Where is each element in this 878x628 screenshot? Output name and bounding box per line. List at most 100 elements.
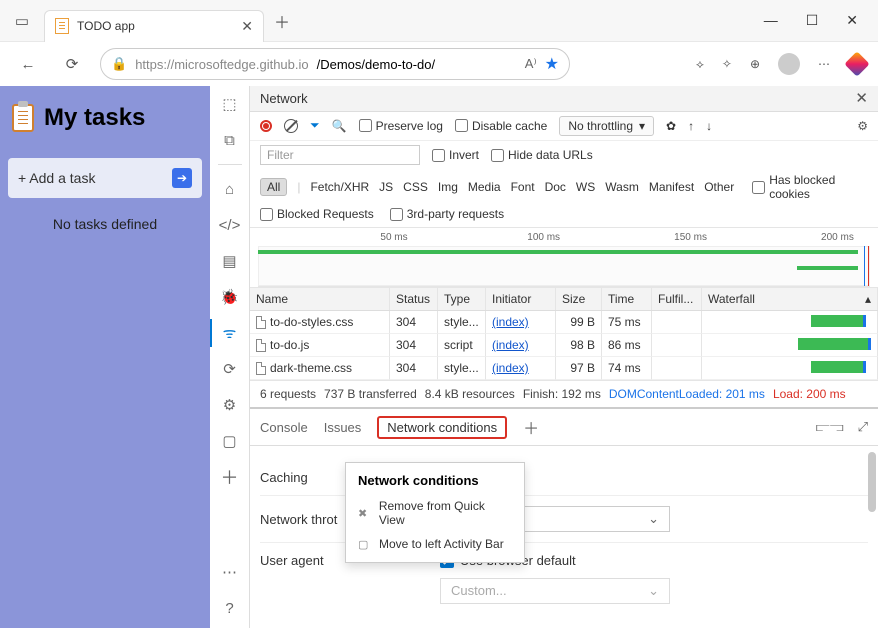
- add-drawer-tab-icon[interactable]: ＋: [523, 415, 539, 439]
- clear-icon[interactable]: [284, 119, 298, 133]
- ctx-move-left[interactable]: ▢Move to left Activity Bar: [346, 532, 524, 556]
- filter-doc[interactable]: Doc: [545, 180, 566, 194]
- devtools-activity-bar: ⬚ ⧉ ⌂ </> ▤ 🐞 ᯤ ⟳ ⚙ ▢ ＋ ⋯ ?: [210, 86, 250, 628]
- help-icon[interactable]: ?: [218, 596, 242, 620]
- extensions-icon[interactable]: ⟡: [696, 57, 704, 72]
- settings-more-icon[interactable]: ⋯: [818, 57, 830, 71]
- refresh-button[interactable]: ⟳: [56, 48, 88, 80]
- disable-cache-checkbox[interactable]: Disable cache: [455, 119, 547, 133]
- filter-all[interactable]: All: [260, 178, 287, 196]
- third-party-checkbox[interactable]: 3rd-party requests: [390, 207, 504, 221]
- filter-media[interactable]: Media: [468, 180, 501, 194]
- tab-issues[interactable]: Issues: [324, 420, 362, 435]
- filter-ws[interactable]: WS: [576, 180, 595, 194]
- timeline-overview[interactable]: 50 ms 100 ms 150 ms 200 ms: [258, 232, 870, 287]
- application-icon[interactable]: ▢: [218, 429, 242, 453]
- filter-other[interactable]: Other: [704, 180, 734, 194]
- network-conditions-icon[interactable]: ✿: [666, 119, 676, 133]
- sources-icon[interactable]: ▤: [218, 249, 242, 273]
- elements-icon[interactable]: </>: [218, 213, 242, 237]
- filter-js[interactable]: JS: [379, 180, 393, 194]
- context-menu-title: Network conditions: [346, 469, 524, 494]
- lock-icon[interactable]: 🔒: [111, 56, 127, 72]
- throttling-select[interactable]: No throttling ▾: [559, 116, 654, 136]
- copilot-icon[interactable]: [844, 51, 869, 76]
- filter-css[interactable]: CSS: [403, 180, 428, 194]
- invert-checkbox[interactable]: Invert: [432, 148, 479, 162]
- expand-drawer-icon[interactable]: ⤢: [858, 419, 868, 435]
- more-icon[interactable]: ⋯: [218, 560, 242, 584]
- clipboard-icon: [12, 104, 34, 132]
- initiator-link[interactable]: (index): [492, 361, 529, 375]
- devtools-header: Network ✕: [250, 86, 878, 112]
- initiator-link[interactable]: (index): [492, 315, 529, 329]
- ctx-remove-quick-view[interactable]: ✖Remove from Quick View: [346, 494, 524, 532]
- filter-input[interactable]: Filter: [260, 145, 420, 165]
- network-toolbar: ⏷ 🔍 Preserve log Disable cache No thrott…: [250, 112, 878, 142]
- network-summary: 6 requests 737 B transferred 8.4 kB reso…: [250, 380, 878, 409]
- search-icon[interactable]: 🔍: [332, 119, 347, 133]
- request-table: Name Status Type Initiator Size Time Ful…: [250, 287, 878, 380]
- filter-wasm[interactable]: Wasm: [605, 180, 639, 194]
- empty-state-text: No tasks defined: [8, 216, 202, 232]
- dock-icon[interactable]: ⫍⫎: [816, 419, 844, 435]
- file-icon: [256, 362, 266, 375]
- inspect-icon[interactable]: ⬚: [218, 92, 242, 116]
- filter-img[interactable]: Img: [438, 180, 458, 194]
- export-har-icon[interactable]: ↓: [706, 119, 712, 133]
- preserve-log-checkbox[interactable]: Preserve log: [359, 119, 443, 133]
- window-minimize-icon[interactable]: ―: [764, 12, 778, 29]
- url-box[interactable]: 🔒 https://microsoftedge.github.io/Demos/…: [100, 48, 570, 80]
- has-blocked-cookies-checkbox[interactable]: Has blocked cookies: [752, 173, 868, 201]
- context-menu: Network conditions ✖Remove from Quick Vi…: [345, 462, 525, 563]
- tab-actions-icon[interactable]: ▭: [0, 12, 44, 30]
- window-close-icon[interactable]: ✕: [846, 12, 858, 29]
- filter-manifest[interactable]: Manifest: [649, 180, 694, 194]
- tab-console[interactable]: Console: [260, 420, 308, 435]
- record-icon[interactable]: [260, 120, 272, 132]
- read-aloud-icon[interactable]: A⁾: [525, 56, 537, 72]
- timeline-mark: 150 ms: [674, 232, 707, 243]
- back-button[interactable]: ←: [12, 48, 44, 80]
- filter-font[interactable]: Font: [511, 180, 535, 194]
- timeline-mark: 100 ms: [527, 232, 560, 243]
- tab-title: TODO app: [77, 19, 135, 33]
- profile-avatar[interactable]: [778, 53, 800, 75]
- welcome-icon[interactable]: ⌂: [218, 177, 242, 201]
- window-maximize-icon[interactable]: ☐: [806, 12, 819, 29]
- memory-icon[interactable]: ⚙: [218, 393, 242, 417]
- table-row[interactable]: to-do.js304script(index)98 B86 ms: [250, 334, 878, 357]
- file-icon: [256, 316, 266, 329]
- network-icon[interactable]: ᯤ: [218, 321, 242, 345]
- favorite-star-icon[interactable]: ★: [545, 54, 559, 74]
- import-har-icon[interactable]: ↑: [688, 119, 694, 133]
- panel-title: Network: [260, 91, 308, 106]
- devtools-close-icon[interactable]: ✕: [855, 89, 868, 107]
- device-toggle-icon[interactable]: ⧉: [218, 128, 242, 152]
- browser-tab[interactable]: TODO app ✕: [44, 10, 264, 42]
- filter-toggle-icon[interactable]: ⏷: [310, 118, 320, 133]
- scrollbar[interactable]: [868, 452, 876, 512]
- collections-icon[interactable]: ⊕: [750, 57, 760, 71]
- table-row[interactable]: to-do-styles.css304style...(index)99 B75…: [250, 311, 878, 334]
- tab-network-conditions[interactable]: Network conditions: [377, 416, 507, 439]
- hide-data-urls-checkbox[interactable]: Hide data URLs: [491, 148, 593, 162]
- unpin-icon: ✖: [358, 507, 371, 520]
- new-tab-button[interactable]: ＋: [274, 9, 290, 33]
- chevron-down-icon: ▾: [639, 119, 645, 133]
- favorites-icon[interactable]: ✧: [722, 57, 732, 71]
- debugger-icon[interactable]: 🐞: [218, 285, 242, 309]
- table-row[interactable]: dark-theme.css304style...(index)97 B74 m…: [250, 357, 878, 380]
- timeline-mark: 50 ms: [380, 232, 407, 243]
- blocked-requests-checkbox[interactable]: Blocked Requests: [260, 207, 374, 221]
- more-tools-icon[interactable]: ＋: [218, 465, 242, 489]
- filter-fetch[interactable]: Fetch/XHR: [310, 180, 369, 194]
- submit-task-icon[interactable]: ➔: [172, 168, 192, 188]
- performance-icon[interactable]: ⟳: [218, 357, 242, 381]
- filter-row: Filter Invert Hide data URLs: [250, 141, 878, 169]
- table-header[interactable]: Name Status Type Initiator Size Time Ful…: [250, 288, 878, 311]
- add-task-input[interactable]: + Add a task ➔: [8, 158, 202, 198]
- settings-gear-icon[interactable]: ⚙: [857, 119, 868, 133]
- close-tab-icon[interactable]: ✕: [241, 18, 253, 35]
- initiator-link[interactable]: (index): [492, 338, 529, 352]
